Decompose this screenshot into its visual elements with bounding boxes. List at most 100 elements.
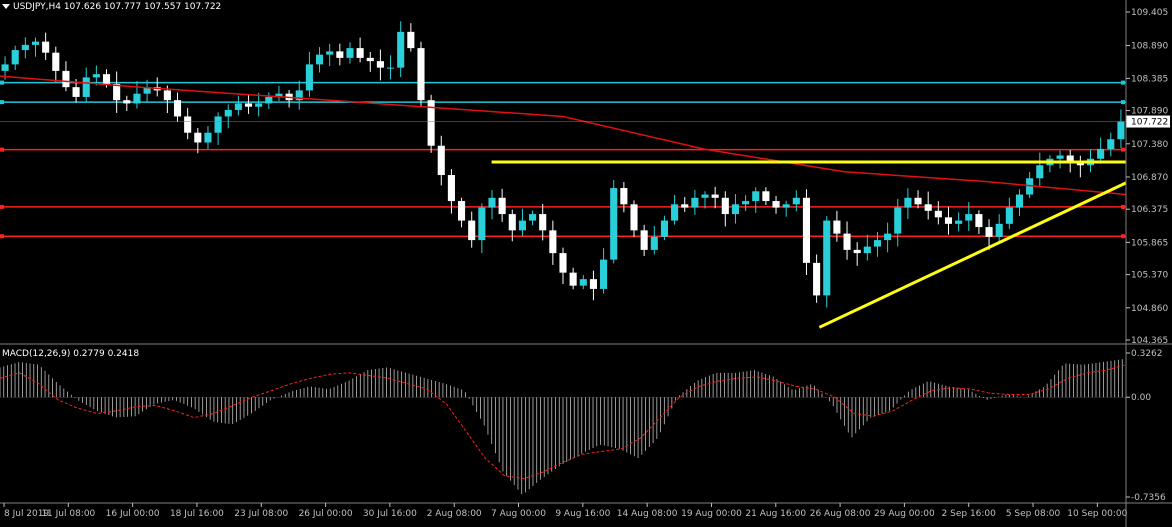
candle-body (173, 100, 182, 117)
candle-body (559, 253, 567, 273)
candle-body (52, 52, 60, 71)
candle-body (924, 204, 932, 211)
candle-body (336, 51, 344, 58)
candle-body (123, 100, 131, 104)
candle-body (955, 220, 963, 224)
price-tick-label: 108.890 (1131, 42, 1168, 52)
red-level-2-handle[interactable] (1121, 204, 1125, 209)
candle-body (366, 57, 374, 62)
candle-body (711, 194, 719, 198)
price-tick-label: 105.370 (1131, 271, 1168, 281)
candle-body (488, 197, 496, 208)
price-tick-label: 108.385 (1131, 74, 1168, 84)
candle-body (265, 96, 273, 104)
candle-body (701, 194, 709, 198)
red-level-1-handle[interactable] (1121, 147, 1125, 152)
candle-body (376, 61, 384, 68)
candle-body (569, 272, 577, 286)
candle-body (42, 41, 50, 53)
price-tick-label: 104.860 (1131, 304, 1168, 314)
macd-tick-label: 0.00 (1131, 393, 1151, 403)
candle-body (194, 132, 202, 143)
candle-body (1036, 165, 1044, 179)
candle-body (589, 279, 597, 289)
candle-body (224, 109, 232, 117)
time-tick-label: 10 Sep 00:00 (1067, 509, 1127, 519)
candle-body (447, 175, 455, 202)
price-tick-label: 105.865 (1131, 238, 1168, 248)
symbol-header-text: USDJPY,H4 107.626 107.777 107.557 107.72… (13, 2, 222, 12)
candle-body (731, 204, 740, 215)
candle-body (468, 220, 476, 241)
candle-body (1097, 148, 1105, 159)
candle-body (305, 64, 313, 91)
candle-body (833, 220, 841, 234)
chart-background (0, 0, 1172, 527)
candle-body (356, 48, 364, 58)
red-level-3-handle[interactable] (1121, 234, 1125, 239)
candle-body (721, 197, 729, 215)
candle-body (1107, 139, 1115, 149)
candle-body (1005, 207, 1013, 224)
time-tick-label: 9 Aug 16:00 (555, 509, 610, 519)
candle-body (600, 259, 608, 289)
candle-body (934, 210, 942, 218)
candle-body (1, 64, 9, 71)
time-tick-label: 30 Jul 16:00 (363, 509, 417, 519)
candle-body (772, 201, 780, 208)
candle-body (315, 54, 324, 65)
candle-body (782, 204, 790, 208)
dropdown-triangle-icon (2, 4, 10, 9)
time-tick-label: 5 Sep 08:00 (1006, 509, 1061, 519)
red-level-2-handle[interactable] (0, 204, 4, 209)
candle-body (944, 217, 953, 224)
candle-body (995, 223, 1003, 237)
candle-body (518, 220, 526, 231)
time-tick-label: 21 Aug 16:00 (745, 509, 806, 519)
candle-body (244, 103, 253, 107)
indicator-header-text: MACD(12,26,9) 0.2779 0.2418 (2, 349, 140, 359)
candle-body (397, 31, 405, 68)
candle-body (802, 197, 811, 263)
symbol-header: USDJPY,H4 107.626 107.777 107.557 107.72… (2, 2, 221, 12)
candle-body (508, 214, 516, 231)
time-tick-label: 16 Jul 00:00 (106, 509, 160, 519)
candle-body (579, 279, 587, 286)
candle-body (113, 83, 121, 101)
price-tick-label: 106.870 (1131, 173, 1168, 183)
candle-body (386, 67, 395, 69)
candle-body (640, 230, 648, 250)
candle-body (529, 214, 537, 221)
candle-body (31, 41, 40, 45)
candle-body (823, 220, 831, 296)
candle-body (407, 31, 415, 49)
candle-body (133, 93, 141, 104)
time-tick-label: 11 Jul 08:00 (41, 509, 95, 519)
candle-body (234, 103, 242, 110)
time-tick-label: 2 Aug 08:00 (427, 509, 482, 519)
candle-body (975, 214, 983, 228)
cyan-level-lower-handle[interactable] (0, 100, 4, 105)
time-tick-label: 14 Aug 08:00 (617, 509, 678, 519)
red-level-3-handle[interactable] (0, 234, 4, 239)
cyan-level-upper-handle[interactable] (0, 80, 4, 85)
candle-body (965, 214, 973, 221)
current-price-label: 107.722 (1131, 118, 1168, 128)
candle-body (539, 214, 547, 231)
macd-tick-label: -0.7356 (1131, 493, 1166, 503)
indicator-header: MACD(12,26,9) 0.2779 0.2418 (2, 349, 139, 359)
cyan-level-lower-handle[interactable] (1121, 100, 1125, 105)
candle-body (620, 188, 628, 205)
candle-body (255, 103, 263, 107)
price-tick-label: 109.405 (1131, 8, 1168, 18)
candle-body (214, 116, 222, 133)
cyan-level-upper-handle[interactable] (1121, 80, 1125, 85)
red-level-1-handle[interactable] (0, 147, 4, 152)
candle-body (884, 233, 892, 241)
candle-body (82, 77, 90, 97)
time-tick-label: 2 Sep 16:00 (942, 509, 997, 519)
candle-body (437, 145, 445, 176)
candle-body (204, 132, 212, 143)
candle-body (21, 44, 29, 51)
candle-body (417, 48, 425, 101)
